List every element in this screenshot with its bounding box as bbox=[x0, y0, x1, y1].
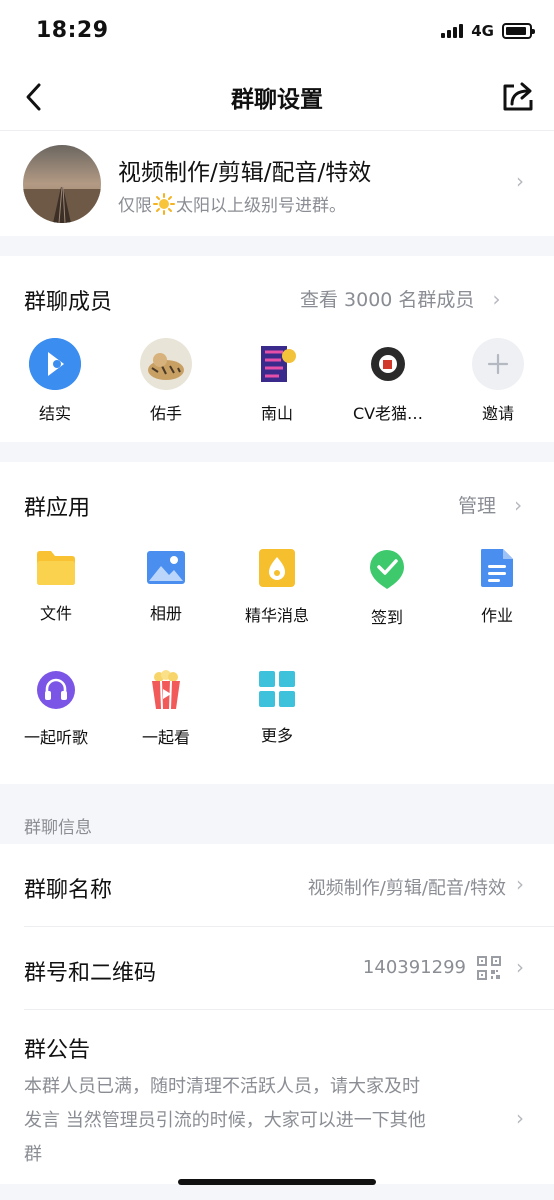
group-notice-row[interactable]: 群公告 本群人员已满，随时清理不活跃人员，请大家及时 发言 当然管理员引流的时候… bbox=[0, 1010, 554, 1180]
more-grid-icon bbox=[259, 671, 295, 707]
member-name: 南山 bbox=[260, 404, 293, 423]
app-label: 更多 bbox=[260, 726, 293, 745]
app-label: 签到 bbox=[370, 608, 403, 627]
app-label: 相册 bbox=[149, 604, 182, 623]
homework-icon bbox=[481, 549, 513, 587]
group-id-value: 140391299 bbox=[362, 957, 466, 978]
member-avatar bbox=[362, 338, 414, 390]
chevron-right-icon: › bbox=[492, 287, 501, 311]
app-listen-together[interactable]: 一起听歌 bbox=[8, 670, 104, 748]
group-notice-line: 发言 当然管理员引流的时候，大家可以进一下其他 bbox=[24, 1110, 426, 1131]
chevron-right-icon: › bbox=[516, 955, 524, 979]
member-avatar bbox=[251, 338, 303, 390]
invite-button[interactable]: 邀请 bbox=[453, 338, 543, 424]
home-indicator bbox=[178, 1179, 376, 1185]
qr-code-icon bbox=[477, 956, 501, 980]
group-notice-line: 群 bbox=[24, 1144, 42, 1165]
members-title: 群聊成员 bbox=[24, 290, 113, 315]
group-description-prefix: 仅限 bbox=[118, 196, 152, 216]
group-name-row[interactable]: 群聊名称 视频制作/剪辑/配音/特效 › bbox=[0, 844, 554, 926]
app-label: 作业 bbox=[480, 606, 513, 625]
chevron-right-icon: › bbox=[516, 169, 524, 193]
group-notice-line: 本群人员已满，随时清理不活跃人员，请大家及时 bbox=[24, 1076, 420, 1097]
share-icon bbox=[503, 82, 533, 111]
view-all-members-label: 查看 3000 名群成员 bbox=[300, 289, 475, 311]
group-name-label: 群聊名称 bbox=[24, 878, 113, 903]
group-description-suffix: 太阳以上级别号进群。 bbox=[176, 196, 346, 216]
app-label: 一起看 bbox=[141, 728, 190, 747]
member-item[interactable]: 结实 bbox=[10, 338, 100, 424]
status-indicators: 4G bbox=[441, 22, 535, 40]
chevron-right-icon: › bbox=[516, 1106, 524, 1130]
manage-apps-link[interactable]: 管理 › bbox=[458, 491, 522, 518]
app-label: 文件 bbox=[39, 604, 72, 623]
app-watch-together[interactable]: 一起看 bbox=[118, 670, 214, 748]
app-album[interactable]: 相册 bbox=[118, 548, 214, 624]
group-name-value: 视频制作/剪辑/配音/特效 bbox=[307, 878, 506, 899]
folder-icon bbox=[37, 551, 75, 585]
headphones-icon bbox=[37, 671, 75, 709]
sun-icon bbox=[153, 192, 175, 215]
group-id-label: 群号和二维码 bbox=[24, 961, 157, 986]
status-time: 18:29 bbox=[36, 18, 109, 43]
group-name: 视频制作/剪辑/配音/特效 bbox=[118, 160, 372, 186]
apps-card: 群应用 管理 › 文件 相册 精华消息 签到 作业 一起听歌 一起看 更多 bbox=[0, 462, 554, 784]
share-button[interactable] bbox=[500, 80, 536, 114]
group-description: 仅限 太阳以上级别号进群。 bbox=[118, 191, 346, 216]
app-label: 精华消息 bbox=[244, 606, 309, 625]
member-avatar bbox=[29, 338, 81, 390]
member-item[interactable]: 南山 bbox=[232, 338, 322, 424]
network-type: 4G bbox=[471, 22, 494, 40]
app-more[interactable]: 更多 bbox=[229, 670, 325, 746]
chevron-right-icon: › bbox=[516, 872, 524, 896]
member-name: 佑手 bbox=[149, 404, 182, 423]
album-icon bbox=[147, 551, 185, 584]
add-icon bbox=[472, 338, 524, 390]
info-section-title: 群聊信息 bbox=[24, 818, 92, 838]
chevron-right-icon: › bbox=[514, 493, 523, 517]
member-avatar bbox=[140, 338, 192, 390]
group-notice-label: 群公告 bbox=[24, 1038, 91, 1063]
manage-label: 管理 bbox=[458, 495, 497, 517]
app-label: 一起听歌 bbox=[23, 728, 88, 747]
info-card: 群聊名称 视频制作/剪辑/配音/特效 › 群号和二维码 140391299 › … bbox=[0, 844, 554, 1184]
group-header-card[interactable]: 视频制作/剪辑/配音/特效 仅限 太阳以上级别号进群。 › bbox=[0, 130, 554, 236]
members-card: 群聊成员 查看 3000 名群成员 › 结实 佑手 南山 CV老猫… 邀请 bbox=[0, 256, 554, 442]
signal-icon bbox=[441, 24, 464, 38]
essence-icon bbox=[259, 549, 295, 587]
view-all-members-link[interactable]: 查看 3000 名群成员 › bbox=[300, 285, 500, 312]
app-homework[interactable]: 作业 bbox=[449, 548, 545, 626]
battery-icon bbox=[502, 23, 535, 39]
app-checkin[interactable]: 签到 bbox=[339, 548, 435, 628]
app-files[interactable]: 文件 bbox=[8, 548, 104, 624]
apps-title: 群应用 bbox=[24, 496, 91, 521]
app-essence[interactable]: 精华消息 bbox=[229, 548, 325, 626]
group-id-row[interactable]: 群号和二维码 140391299 › bbox=[0, 927, 554, 1009]
member-item[interactable]: 佑手 bbox=[121, 338, 211, 424]
invite-label: 邀请 bbox=[481, 404, 514, 423]
member-name: 结实 bbox=[38, 404, 71, 423]
checkin-icon bbox=[370, 550, 404, 589]
member-name: CV老猫… bbox=[352, 404, 424, 423]
group-avatar bbox=[23, 145, 101, 223]
popcorn-icon bbox=[152, 670, 180, 710]
member-item[interactable]: CV老猫… bbox=[343, 338, 433, 424]
page-title: 群聊设置 bbox=[231, 87, 323, 113]
